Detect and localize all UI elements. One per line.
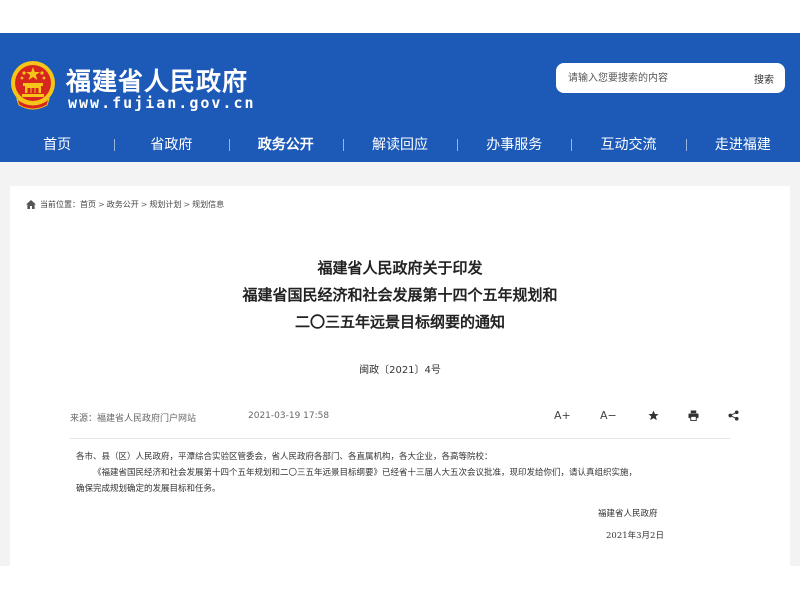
article-title-line: 福建省人民政府关于印发: [317, 259, 483, 277]
article-body: 各市、县（区）人民政府，平潭综合实验区管委会，省人民政府各部门、各直属机构，各大…: [76, 449, 736, 497]
salutation: 各市、县（区）人民政府，平潭综合实验区管委会，省人民政府各部门、各直属机构，各大…: [76, 452, 493, 462]
article-title-line: 福建省国民经济和社会发展第十四个五年规划和: [242, 286, 558, 304]
article-title: 福建省人民政府关于印发 福建省国民经济和社会发展第十四个五年规划和 二〇三五年远…: [10, 255, 790, 336]
article-container: 当前位置： 首页 > 政务公开 > 规划计划 > 规划信息 福建省人民政府关于印…: [10, 186, 790, 566]
site-title[interactable]: 福建省人民政府: [66, 62, 248, 98]
nav-item-interaction[interactable]: 互动交流: [571, 128, 685, 162]
body-paragraph: 《福建省国民经济和社会发展第十四个五年规划和二〇三五年远景目标纲要》已经省十三届…: [93, 468, 638, 478]
article-source: 来源：福建省人民政府门户网站: [70, 414, 197, 424]
share-icon: [728, 409, 739, 421]
font-decrease-button[interactable]: A−: [600, 407, 617, 423]
main-nav: 首页 省政府 政务公开 解读回应 办事服务 互动交流 走进福建: [0, 128, 800, 162]
search-input[interactable]: [568, 63, 743, 93]
signature-organization: 福建省人民政府: [598, 509, 658, 519]
print-button[interactable]: [688, 407, 699, 423]
nav-item-about-fujian[interactable]: 走进福建: [685, 128, 800, 162]
breadcrumb-prefix: 当前位置：: [40, 200, 80, 209]
share-button[interactable]: [728, 407, 739, 423]
national-emblem-icon[interactable]: [9, 59, 57, 111]
breadcrumb-separator: >: [98, 200, 105, 209]
article-meta-bar: 来源：福建省人民政府门户网站 2021-03-19 17:58 A+ A−: [70, 405, 739, 439]
article-title-line: 二〇三五年远景目标纲要的通知: [294, 313, 505, 331]
breadcrumb-item-planning-info[interactable]: 规划信息: [192, 199, 224, 210]
favorite-button[interactable]: [648, 407, 659, 423]
printer-icon: [688, 409, 699, 421]
nav-item-province-government[interactable]: 省政府: [114, 128, 228, 162]
site-url[interactable]: www.fujian.gov.cn: [68, 94, 256, 112]
signature-date: 2021年3月2日: [606, 531, 664, 541]
article-date: 2021-03-19 17:58: [248, 411, 330, 421]
browser-page: 福建省人民政府 www.fujian.gov.cn 搜索 首页 省政府 政务公开…: [0, 33, 800, 566]
site-header: 福建省人民政府 www.fujian.gov.cn 搜索 首页 省政府 政务公开…: [0, 33, 800, 162]
breadcrumb-separator: >: [183, 200, 191, 209]
search-box: 搜索: [556, 63, 785, 93]
body-paragraph: 确保完成规划确定的发展目标和任务。: [76, 484, 221, 494]
breadcrumb-item-home[interactable]: 首页: [80, 199, 96, 210]
breadcrumb-item-planning[interactable]: 规划计划: [149, 199, 181, 210]
nav-item-interpretation[interactable]: 解读回应: [342, 128, 457, 162]
nav-item-government-affairs[interactable]: 政务公开: [228, 128, 343, 162]
breadcrumb: 当前位置： 首页 > 政务公开 > 规划计划 > 规划信息: [26, 199, 224, 210]
document-number: 闽政〔2021〕4号: [359, 365, 441, 376]
font-increase-button[interactable]: A+: [554, 407, 571, 423]
nav-item-home[interactable]: 首页: [0, 128, 114, 162]
breadcrumb-separator: >: [140, 200, 148, 209]
search-button[interactable]: 搜索: [743, 63, 785, 93]
breadcrumb-item-government-affairs[interactable]: 政务公开: [107, 199, 139, 210]
nav-item-services[interactable]: 办事服务: [457, 128, 571, 162]
home-icon: [26, 200, 36, 209]
star-icon: [648, 409, 659, 420]
